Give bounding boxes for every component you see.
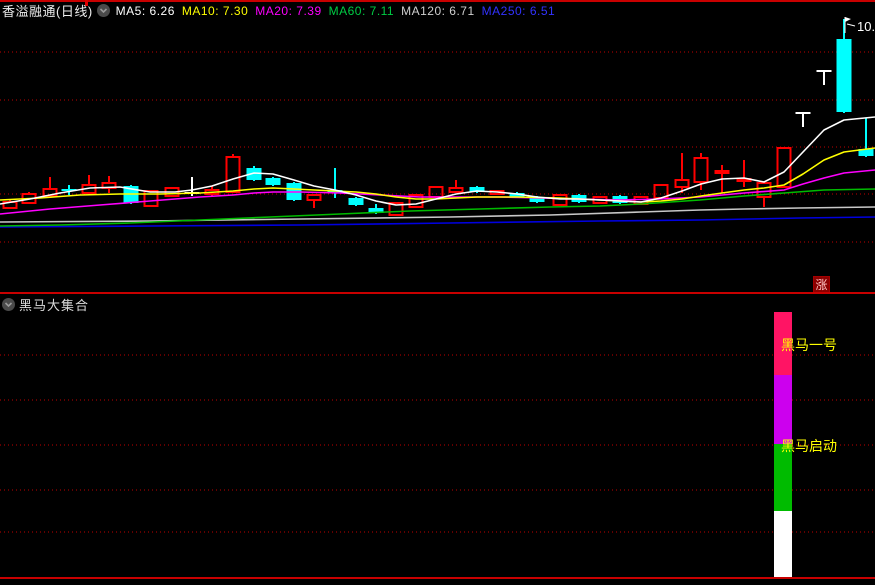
stock-chart-window: 10. 黑马一号黑马启动 香溢融通(日线) MA5: 6.26 MA10: 7.30… [0, 0, 875, 585]
ma-value-ma250: MA250: 6.51 [481, 3, 556, 18]
main-chart-header: 香溢融通(日线) MA5: 6.26 MA10: 7.30 MA20: 7.39 MA… [2, 3, 563, 20]
indicator-title: 黑马大集合 [19, 298, 90, 313]
svg-text:10.: 10. [857, 19, 875, 34]
chevron-down-icon[interactable] [96, 4, 110, 17]
svg-text:黑马启动: 黑马启动 [781, 438, 837, 454]
ma-value-ma120: MA120: 6.71 [401, 3, 475, 18]
ma-value-ma10: MA10: 7.30 [181, 3, 249, 18]
ma-value-ma20: MA20: 7.39 [255, 3, 322, 18]
ma-value-ma5: MA5: 6.26 [115, 3, 175, 18]
panel-divider [0, 292, 875, 294]
ma-value-ma60: MA60: 7.11 [328, 3, 395, 18]
top-border [0, 0, 875, 2]
signal-panel-header: 黑马大集合 [2, 297, 90, 313]
bottom-border [0, 577, 875, 579]
svg-text:黑马一号: 黑马一号 [781, 337, 837, 353]
rise-label-badge: 涨 [813, 276, 830, 293]
ma-values: MA5: 6.26 MA10: 7.30 MA20: 7.39 MA60: 7.11 M… [116, 4, 563, 18]
stock-title: 香溢融通(日线) [2, 4, 93, 19]
chevron-down-icon[interactable] [2, 298, 15, 311]
